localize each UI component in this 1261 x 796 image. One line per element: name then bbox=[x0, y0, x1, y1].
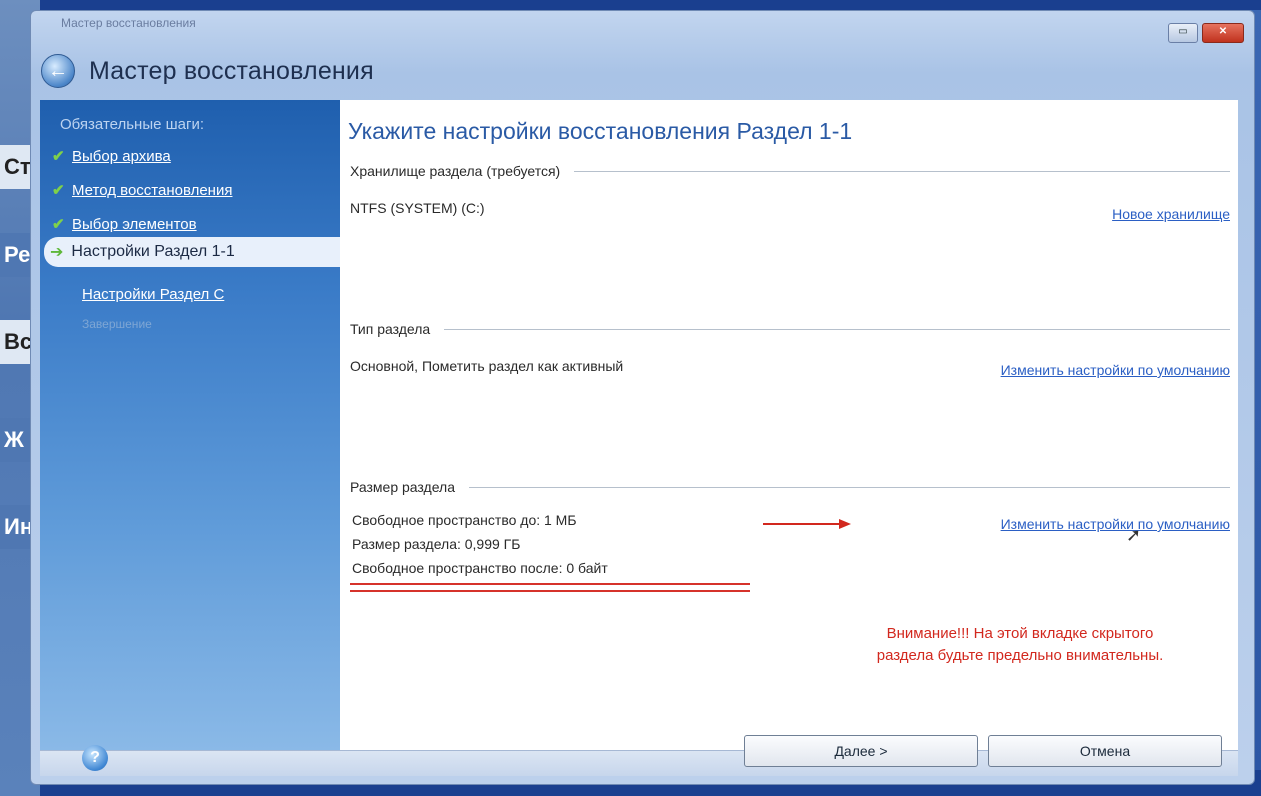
sidebar-item-label[interactable]: Настройки Раздел C bbox=[82, 286, 224, 303]
warning-line: Внимание!!! На этой вкладке скрытого bbox=[886, 625, 1154, 642]
steps-header: Обязательные шаги: bbox=[60, 116, 205, 133]
sidebar-item-label[interactable]: Выбор архива bbox=[72, 148, 171, 165]
help-icon[interactable]: ? bbox=[82, 745, 108, 771]
free-space-before: Свободное пространство до: 1 МБ bbox=[352, 512, 577, 528]
section-heading: Размер раздела bbox=[350, 479, 455, 495]
page-title: Укажите настройки восстановления Раздел … bbox=[348, 118, 853, 144]
sidebar-item-label[interactable]: Метод восстановления bbox=[72, 182, 232, 199]
main-panel: Укажите настройки восстановления Раздел … bbox=[340, 100, 1238, 750]
checkmark-icon: ✔ bbox=[52, 216, 65, 233]
mouse-cursor-icon: ➚ bbox=[1126, 525, 1142, 545]
new-storage-link[interactable]: Новое хранилище bbox=[1112, 206, 1230, 222]
sidebar-item-finish: Завершение bbox=[82, 312, 152, 336]
sidebar-item-archive[interactable]: ✔ Выбор архива bbox=[52, 144, 171, 168]
red-underline bbox=[350, 583, 750, 585]
free-space-after: Свободное пространство после: 0 байт bbox=[352, 560, 608, 576]
sidebar-item-label[interactable]: Выбор элементов bbox=[72, 216, 197, 233]
change-type-defaults-link[interactable]: Изменить настройки по умолчанию bbox=[1001, 362, 1230, 378]
partition-size: Размер раздела: 0,999 ГБ bbox=[352, 536, 521, 552]
change-size-defaults-link[interactable]: Изменить настройки по умолчанию bbox=[1001, 516, 1230, 532]
size-section-header: Размер раздела bbox=[350, 479, 1230, 495]
footer-bar: ? Далее > Отмена bbox=[40, 735, 1238, 776]
storage-section-header: Хранилище раздела (требуется) bbox=[350, 163, 1230, 179]
sidebar-item-partition-c[interactable]: Настройки Раздел C bbox=[82, 282, 224, 306]
title-bar: Мастер восстановления ▭ ✕ bbox=[31, 11, 1254, 43]
partition-type-value: Основной, Пометить раздел как активный bbox=[350, 358, 624, 374]
checkmark-icon: ✔ bbox=[52, 182, 65, 199]
sidebar-item-elements[interactable]: ✔ Выбор элементов bbox=[52, 212, 197, 236]
sidebar-item-method[interactable]: ✔ Метод восстановления bbox=[52, 178, 232, 202]
steps-sidebar: Обязательные шаги: ✔ Выбор архива ✔ Мето… bbox=[40, 100, 340, 750]
close-icon[interactable]: ✕ bbox=[1202, 23, 1244, 43]
cancel-button-label: Отмена bbox=[1079, 743, 1131, 759]
warning-message: Внимание!!! На этой вкладке скрытого раз… bbox=[820, 623, 1220, 667]
type-section-header: Тип раздела bbox=[350, 321, 1230, 337]
minimize-icon[interactable]: ▭ bbox=[1168, 23, 1198, 43]
back-arrow-icon[interactable]: ← bbox=[41, 54, 75, 88]
next-button-label: Далее > bbox=[834, 743, 888, 759]
sidebar-item-current[interactable]: ➔ Настройки Раздел 1-1 bbox=[50, 242, 235, 262]
section-heading: Тип раздела bbox=[350, 321, 431, 337]
sidebar-item-label: Завершение bbox=[82, 317, 152, 331]
red-underline bbox=[350, 590, 750, 592]
checkmark-icon: ✔ bbox=[52, 148, 65, 165]
window-caption: Мастер восстановления bbox=[61, 16, 196, 30]
red-arrow-icon bbox=[763, 519, 851, 529]
next-button[interactable]: Далее > bbox=[744, 735, 978, 767]
cancel-button[interactable]: Отмена bbox=[988, 735, 1222, 767]
arrow-right-icon: ➔ bbox=[50, 244, 64, 261]
sidebar-item-label: Настройки Раздел 1-1 bbox=[71, 243, 235, 260]
warning-line: раздела будьте предельно внимательны. bbox=[876, 647, 1164, 664]
storage-value: NTFS (SYSTEM) (C:) bbox=[350, 200, 485, 216]
section-heading: Хранилище раздела (требуется) bbox=[350, 163, 561, 179]
window-title: Мастер восстановления bbox=[89, 56, 374, 85]
